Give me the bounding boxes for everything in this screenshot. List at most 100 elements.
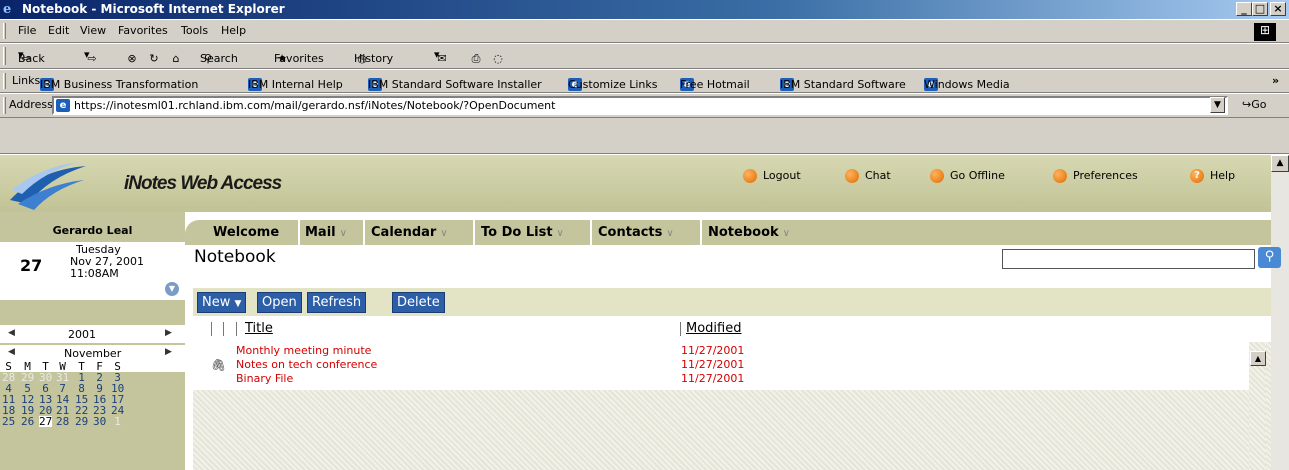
orange-dot-icon	[930, 169, 944, 183]
address-input[interactable]: e https://inotesml01.rchland.ibm.com/mai…	[52, 96, 1228, 115]
search-button[interactable]: ⚲	[1258, 247, 1281, 268]
list-item[interactable]: 🖇 Notes on tech conference 11/27/2001	[193, 358, 1249, 372]
nav-tabs: Welcome Mail ∨ Calendar ∨ To Do List ∨ Cont…	[185, 220, 1271, 245]
inotes-banner: iNotes Web Access Logout Chat Go Offline…	[0, 155, 1271, 212]
time-text: 11:08AM	[70, 267, 119, 280]
links-label: Links	[12, 74, 41, 87]
doc-title[interactable]: Binary File	[236, 372, 293, 386]
inotes-logo-icon	[10, 162, 86, 210]
back-button[interactable]: ⇦ Back ▾	[18, 48, 45, 65]
tab-to-do-list[interactable]: To Do List ∨	[481, 225, 564, 242]
tab-notebook[interactable]: Notebook ∨	[708, 225, 790, 242]
expand-down-icon[interactable]: ▼	[165, 282, 179, 296]
tab-calendar[interactable]: Calendar ∨	[371, 225, 448, 242]
help-question-icon: ?	[1190, 169, 1204, 183]
column-modified[interactable]: Modified	[686, 320, 741, 338]
user-name: Gerardo Leal	[52, 224, 133, 237]
chevron-down-icon: ∨	[440, 228, 448, 239]
next-month-icon[interactable]: ▶	[165, 347, 172, 357]
prev-year-icon[interactable]: ◀	[8, 328, 15, 338]
menu-file[interactable]: File	[18, 24, 36, 38]
doc-title[interactable]: Monthly meeting minute	[236, 344, 371, 358]
month-selector: ◀ November ▶	[0, 345, 185, 361]
logout-link[interactable]: Logout	[743, 169, 801, 183]
discuss-icon: ◌	[493, 52, 503, 65]
help-link[interactable]: ? Help	[1190, 169, 1235, 183]
calendar-day[interactable]: 25	[2, 416, 15, 427]
year-selector: ◀ 2001 ▶	[0, 325, 185, 343]
orange-dot-icon	[845, 169, 859, 183]
calendar-day[interactable]: 29	[75, 416, 88, 427]
refresh-icon: ↻	[149, 52, 159, 65]
address-url: https://inotesml01.rchland.ibm.com/mail/…	[74, 99, 556, 112]
menu-favorites[interactable]: Favorites	[118, 24, 168, 38]
maximize-button[interactable]: □	[1252, 2, 1268, 16]
windows-logo-icon: ⊞	[1254, 23, 1276, 41]
ie-logo-icon: e	[3, 2, 12, 17]
action-bar: New ▼ Open Refresh Delete	[193, 288, 1271, 316]
mail-button[interactable]: ✉ ▾	[434, 48, 447, 65]
mini-calendar: S M T W T F S 28 29 30 31 1 2 3 4 5 6 7 8 9 10 11 12 13 14 15 16 17…	[0, 361, 185, 427]
go-offline-link[interactable]: Go Offline	[930, 169, 1005, 183]
refresh-button[interactable]: Refresh	[307, 292, 367, 313]
address-dropdown-button[interactable]: ▼	[1210, 97, 1225, 113]
scroll-up-icon[interactable]: ▲	[1271, 155, 1289, 172]
calendar-day[interactable]: 26	[21, 416, 34, 427]
links-bar: Links e IBM Business Transformation e IBM …	[0, 69, 1289, 93]
calendar-day[interactable]: 28	[56, 416, 69, 427]
home-icon: ⌂	[172, 52, 180, 65]
list-scrollbar[interactable]: ▲	[1249, 342, 1266, 470]
address-bar: Address e https://inotesml01.rchland.ibm…	[0, 93, 1289, 118]
chevron-down-icon: ∨	[782, 228, 790, 239]
tab-welcome[interactable]: Welcome	[213, 225, 279, 241]
menu-tools[interactable]: Tools	[181, 24, 208, 38]
address-label: Address	[9, 98, 53, 111]
prev-month-icon[interactable]: ◀	[8, 347, 15, 357]
chevron-down-icon: ∨	[556, 228, 564, 239]
delete-button[interactable]: Delete	[392, 292, 445, 313]
stop-icon: ⊗	[127, 52, 137, 65]
doc-title[interactable]: Notes on tech conference	[236, 358, 377, 372]
main-panel: Welcome Mail ∨ Calendar ∨ To Do List ∨ Cont…	[185, 212, 1281, 470]
current-date-box: 27 Tuesday Nov 27, 2001 11:08AM ▼	[0, 242, 185, 300]
page-title: Notebook	[194, 247, 276, 267]
year-label: 2001	[68, 328, 96, 341]
chat-link[interactable]: Chat	[845, 169, 891, 183]
document-list: Monthly meeting minute 11/27/2001 🖇 Note…	[193, 342, 1271, 470]
open-button[interactable]: Open	[257, 292, 302, 313]
go-arrow-icon: ↪	[1242, 98, 1252, 111]
ie-page-icon: e	[56, 99, 70, 112]
tab-contacts[interactable]: Contacts ∨	[598, 225, 674, 242]
orange-dot-icon	[743, 169, 757, 183]
app-name: iNotes Web Access	[124, 173, 282, 194]
menu-view[interactable]: View	[80, 24, 106, 38]
next-year-icon[interactable]: ▶	[165, 328, 172, 338]
mail-icon: ✉	[437, 52, 447, 65]
forward-button[interactable]: ⇨ ▾	[84, 48, 97, 65]
calendar-day[interactable]: 27	[39, 416, 52, 427]
list-item[interactable]: Monthly meeting minute 11/27/2001	[193, 344, 1249, 358]
calendar-day[interactable]: 30	[93, 416, 106, 427]
go-button[interactable]: ↪Go	[1242, 98, 1266, 111]
tab-mail[interactable]: Mail ∨	[305, 225, 347, 242]
search-input[interactable]	[1002, 249, 1255, 269]
list-item[interactable]: Binary File 11/27/2001	[193, 372, 1249, 386]
window-title: Notebook - Microsoft Internet Explorer	[22, 2, 285, 16]
month-label: November	[64, 347, 122, 360]
links-more-chevron-icon[interactable]: »	[1272, 74, 1279, 88]
page-scrollbar[interactable]: ▲	[1271, 155, 1289, 470]
new-button[interactable]: New ▼	[197, 292, 247, 313]
close-button[interactable]: ×	[1270, 2, 1286, 16]
scroll-up-icon[interactable]: ▲	[1250, 351, 1266, 366]
column-title[interactable]: Title	[245, 320, 273, 338]
title-bar: e Notebook - Microsoft Internet Explorer…	[0, 0, 1289, 19]
calendar-day[interactable]: 1	[111, 416, 124, 427]
minimize-button[interactable]: _	[1236, 2, 1252, 16]
menu-edit[interactable]: Edit	[48, 24, 69, 38]
doc-modified: 11/27/2001	[681, 344, 745, 357]
browser-window: e Notebook - Microsoft Internet Explorer…	[0, 0, 1289, 470]
preferences-link[interactable]: Preferences	[1053, 169, 1138, 183]
calendar-week: 25 26 27 28 29 30 1	[0, 416, 185, 427]
chevron-down-icon: ∨	[666, 228, 674, 239]
menu-help[interactable]: Help	[221, 24, 246, 38]
